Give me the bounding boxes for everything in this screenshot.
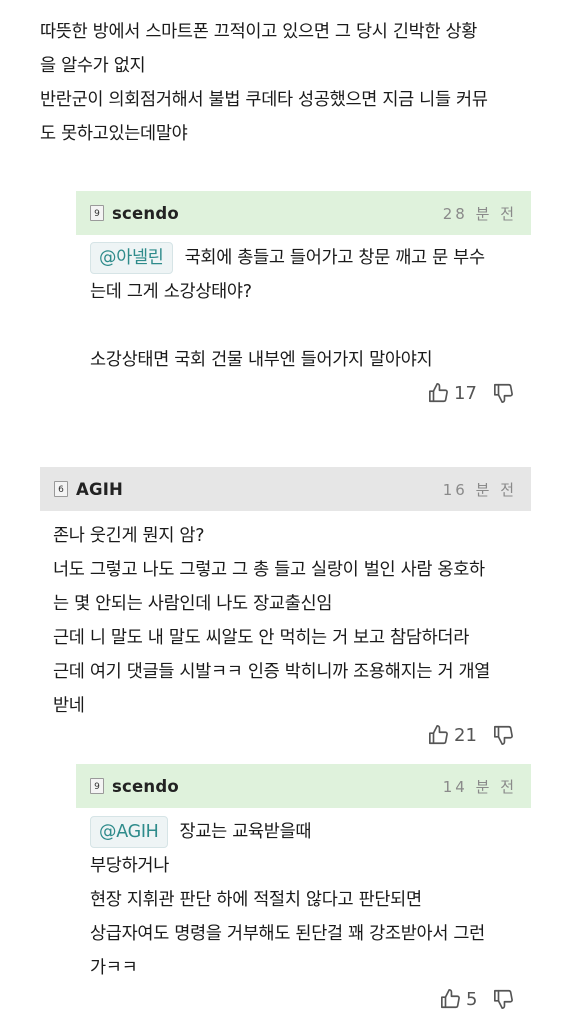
comment-line: 반란군이 의회점거해서 불법 쿠데타 성공했으면 지금 니들 커뮤 [40,90,488,110]
comment-line: 상급자여도 명령을 거부해도 된단걸 꽤 강조받아서 그런 [90,924,485,944]
like-count: 17 [454,382,477,404]
timestamp: 14 분 전 [442,777,517,796]
comment-line: 을 알수가 없지 [40,56,146,76]
author-nickname[interactable]: scendo [112,777,179,796]
comment-line: 너도 그렇고 나도 그렇고 그 총 들고 실랑이 벌인 사람 옹호하 [53,560,485,580]
reply-body: @AGIH 장교는 교육받을때 부당하거나 현장 지휘관 판단 하에 적절치 않다… [90,815,530,985]
thumbs-down-icon[interactable] [493,724,515,746]
comment-header-agih: 6 AGIH 16 분 전 [40,467,531,511]
like-count: 5 [466,988,478,1010]
thumbs-up-icon[interactable] [428,724,450,746]
comment-line: 가ㅋㅋ [90,958,138,978]
comment-line: 받네 [53,696,85,716]
level-badge-icon: 9 [90,205,104,221]
mention-tag[interactable]: @AGIH [90,816,168,848]
comment-line: 현장 지휘관 판단 하에 적절치 않다고 판단되면 [90,890,422,910]
author-nickname[interactable]: scendo [112,204,179,223]
level-badge-icon: 9 [90,778,104,794]
comment-line: 근데 니 말도 내 말도 씨알도 안 먹히는 거 보고 참담하더라 [53,628,470,648]
comment-line: 소강상태면 국회 건물 내부엔 들어가지 말아야지 [90,350,433,370]
comment-line: 근데 여기 댓글들 시발ㅋㅋ 인증 박히니까 조용해지는 거 개열 [53,662,491,682]
comment-body: 존나 웃긴게 뭔지 암? 너도 그렇고 나도 그렇고 그 총 들고 실랑이 벌인… [53,519,533,723]
level-badge-icon: 6 [54,481,68,497]
comment-line: 는데 그게 소강상태야? [90,282,252,302]
author-nickname[interactable]: AGIH [76,480,123,499]
reply-actions: 17 [428,382,515,404]
thumbs-down-icon[interactable] [493,382,515,404]
reply-actions: 5 [440,988,515,1010]
comment-actions: 21 [428,724,515,746]
thumbs-up-icon[interactable] [428,382,450,404]
comment-line: @AGIH 장교는 교육받을때 [90,815,530,849]
comment-line: 는 몇 안되는 사람인데 나도 장교출신임 [53,594,333,614]
reply-header-scendo: 9 scendo 28 분 전 [76,191,531,235]
comment-line: @아넬린 국회에 총들고 들어가고 창문 깨고 문 부수 [90,241,530,275]
comment-line: 존나 웃긴게 뭔지 암? [53,526,205,546]
comment-line: 도 못하고있는데말야 [40,124,188,144]
reply-body: @아넬린 국회에 총들고 들어가고 창문 깨고 문 부수 는데 그게 소강상태야?… [90,241,530,377]
timestamp: 16 분 전 [442,480,517,499]
mention-tag[interactable]: @아넬린 [90,242,173,274]
thumbs-up-icon[interactable] [440,988,462,1010]
reply-header-scendo: 9 scendo 14 분 전 [76,764,531,808]
like-count: 21 [454,724,477,746]
timestamp: 28 분 전 [442,204,517,223]
comment-line: 따뜻한 방에서 스마트폰 끄적이고 있으면 그 당시 긴박한 상황 [40,22,478,42]
comment-line: 부당하거나 [90,856,169,876]
top-comment-body: 따뜻한 방에서 스마트폰 끄적이고 있으면 그 당시 긴박한 상황 을 알수가 … [40,15,540,151]
thumbs-down-icon[interactable] [493,988,515,1010]
